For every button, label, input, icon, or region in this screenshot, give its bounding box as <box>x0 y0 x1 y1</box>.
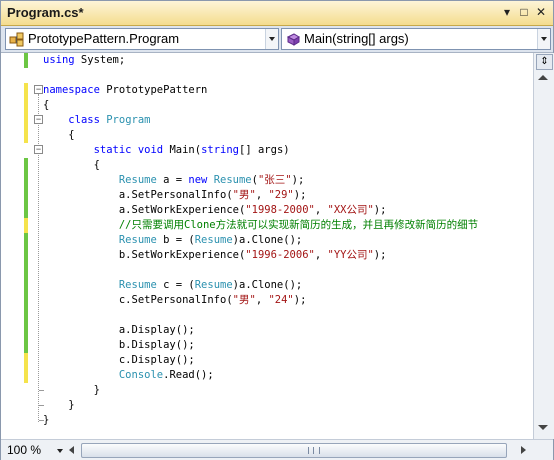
change-marker-saved <box>24 233 28 353</box>
collapse-class-icon[interactable]: − <box>34 115 43 124</box>
zoom-level[interactable]: 100 % <box>7 443 41 457</box>
member-dropdown[interactable]: Main(string[] args) <box>281 28 551 50</box>
type-dropdown[interactable]: PrototypePattern.Program <box>5 28 279 50</box>
scroll-left-icon[interactable] <box>69 446 74 454</box>
code-line: namespace PrototypePattern <box>43 84 208 96</box>
change-marker-unsaved <box>24 218 28 233</box>
split-handle-icon[interactable]: ⇕ <box>536 54 553 70</box>
code-line: class Program <box>68 114 151 126</box>
close-icon[interactable]: ✕ <box>533 4 549 20</box>
horizontal-scrollbar-thumb[interactable] <box>81 443 507 458</box>
class-icon <box>9 32 24 47</box>
chevron-down-icon[interactable] <box>537 29 550 49</box>
change-marker-saved <box>24 53 28 68</box>
change-marker-saved <box>24 158 28 218</box>
grip-icon <box>308 447 320 454</box>
collapse-namespace-icon[interactable]: − <box>34 85 43 94</box>
code-line: } <box>43 399 75 411</box>
code-line: static void Main(string[] args) <box>93 144 290 156</box>
code-line: b.Display(); <box>43 339 195 351</box>
change-marker-unsaved <box>24 83 28 143</box>
indicator-margin: − − − <box>1 53 44 439</box>
member-dropdown-value: Main(string[] args) <box>304 31 409 46</box>
code-line: Resume a = new Resume("张三"); <box>118 174 305 186</box>
navigation-bar: PrototypePattern.Program Main(string[] a… <box>1 26 553 53</box>
document-title: Program.cs* <box>7 5 84 20</box>
scroll-up-icon[interactable] <box>538 75 548 80</box>
code-line: Resume c = (Resume)a.Clone(); <box>118 279 303 291</box>
code-line: a.Display(); <box>43 324 195 336</box>
collapse-method-icon[interactable]: − <box>34 145 43 154</box>
scroll-down-icon[interactable] <box>538 425 548 430</box>
bottom-bar: 100 % <box>1 439 553 460</box>
vertical-scrollbar[interactable]: ⇕ <box>533 53 554 439</box>
code-line: c.SetPersonalInfo("男", "24"); <box>43 294 307 306</box>
document-tab[interactable]: Program.cs* ▾ □ ✕ <box>1 1 553 26</box>
window-menu-icon[interactable]: ▾ <box>499 4 515 20</box>
code-line: b.SetWorkExperience("1996-2006", "YY公司")… <box>43 249 387 261</box>
change-marker-unsaved <box>24 353 28 383</box>
code-line: Console.Read(); <box>118 369 214 381</box>
editor-window: Program.cs* ▾ □ ✕ PrototypePattern.Progr… <box>0 0 554 460</box>
code-line: { <box>43 99 50 111</box>
type-dropdown-value: PrototypePattern.Program <box>28 31 180 46</box>
maximize-icon[interactable]: □ <box>516 4 532 20</box>
code-line: using System; <box>43 54 126 66</box>
chevron-down-icon[interactable] <box>57 449 63 453</box>
code-line: { <box>43 159 100 171</box>
code-line: { <box>43 129 75 141</box>
code-line: a.SetWorkExperience("1998-2000", "XX公司")… <box>43 204 387 216</box>
code-line: } <box>43 384 100 396</box>
code-line: } <box>43 414 50 426</box>
code-line: Resume b = (Resume)a.Clone(); <box>118 234 303 246</box>
code-line: c.Display(); <box>43 354 195 366</box>
code-line: a.SetPersonalInfo("男", "29"); <box>43 189 307 201</box>
scroll-right-icon[interactable] <box>521 446 526 454</box>
chevron-down-icon[interactable] <box>265 29 278 49</box>
method-icon <box>286 33 300 46</box>
code-editor[interactable]: − − − using System; namespace PrototypeP… <box>1 53 533 439</box>
code-line: //只需要调用Clone方法就可以实现新简历的生成，并且再修改新简历的细节 <box>118 219 479 231</box>
